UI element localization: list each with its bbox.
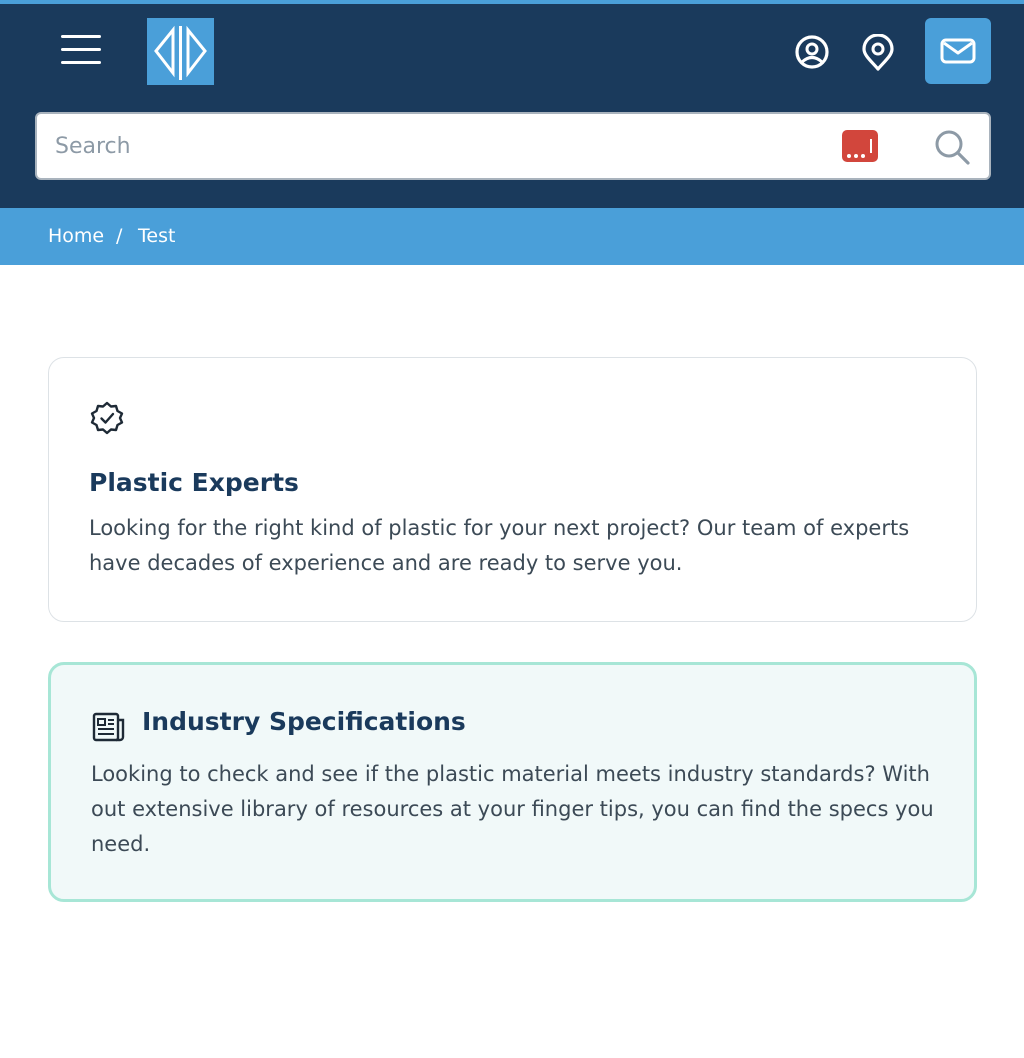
- breadcrumb-separator: /: [116, 225, 123, 247]
- user-circle-icon[interactable]: [792, 34, 832, 74]
- breadcrumb-current: Test: [138, 225, 176, 247]
- breadcrumb: Home / Test: [0, 208, 1024, 265]
- password-manager-icon[interactable]: [842, 130, 878, 162]
- feature-card-industry-specifications: Industry Specifications Looking to check…: [48, 662, 977, 902]
- search-input[interactable]: [55, 124, 815, 168]
- breadcrumb-home-link[interactable]: Home: [48, 225, 104, 247]
- mail-button[interactable]: [925, 18, 991, 84]
- search-bar: [35, 112, 991, 180]
- hamburger-menu-icon[interactable]: [58, 30, 104, 70]
- feature-card-plastic-experts: Plastic Experts Looking for the right ki…: [48, 357, 977, 622]
- card-description: Looking for the right kind of plastic fo…: [89, 516, 910, 575]
- map-pin-icon[interactable]: [858, 33, 898, 74]
- card-title: Plastic Experts: [89, 468, 299, 497]
- newspaper-icon: [91, 709, 127, 749]
- brand-logo[interactable]: [147, 18, 214, 85]
- badge-check-icon: [89, 400, 125, 440]
- mail-icon: [940, 38, 976, 64]
- card-description: Looking to check and see if the plastic …: [91, 762, 934, 856]
- site-header: [0, 4, 1024, 208]
- search-icon[interactable]: [932, 128, 972, 168]
- card-title: Industry Specifications: [142, 707, 466, 736]
